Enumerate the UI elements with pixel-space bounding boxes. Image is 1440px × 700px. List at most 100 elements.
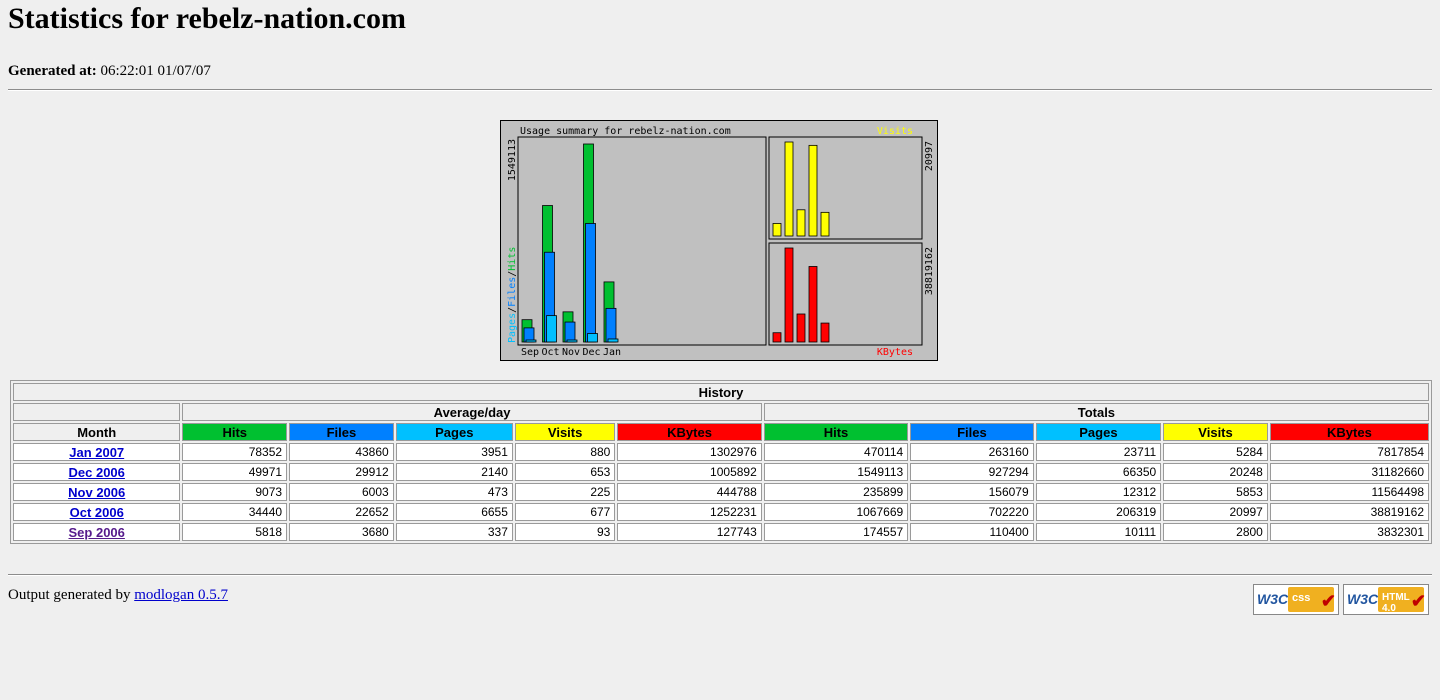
total-hits-cell: 235899 [763, 483, 909, 501]
table-row: Dec 2006 49971 29912 2140 653 1005892 1549113 9… [13, 463, 1429, 481]
visits-bar [772, 223, 782, 237]
avg-kbytes-cell: 1252231 [617, 503, 762, 521]
avg-hits-cell: 5818 [182, 523, 288, 541]
month-link[interactable]: Dec 2006 [69, 465, 125, 480]
avg-files-cell: 6003 [289, 483, 394, 501]
month-cell: Jan 2007 [13, 443, 181, 461]
bottom-divider [8, 574, 1432, 576]
pages-bar [546, 315, 557, 343]
ylabel-part: Files [507, 277, 518, 307]
css-label: css [1292, 592, 1311, 604]
visits-bar [820, 211, 830, 237]
totals-header: Totals [763, 403, 1429, 421]
history-caption: History [13, 383, 1429, 401]
pages-bar [587, 333, 598, 343]
visits-panel-label: Visits [877, 126, 913, 137]
files-bar [605, 307, 617, 343]
month-tick-label: Jan [603, 347, 621, 358]
kbytes-bar [820, 322, 830, 343]
visits-bar [808, 144, 818, 237]
w3c-logo-text: W3C [1347, 591, 1379, 607]
total-kbytes-cell: 3832301 [1269, 523, 1429, 541]
total-kbytes-cell: 7817854 [1269, 443, 1429, 461]
table-row: Jan 2007 78352 43860 3951 880 1302976 470114 26… [13, 443, 1429, 461]
month-link[interactable]: Nov 2006 [68, 485, 125, 500]
total-visits-cell: 5853 [1163, 483, 1268, 501]
pages-bar [566, 339, 578, 343]
total-hits-cell: 1549113 [763, 463, 909, 481]
blank-header-cell [13, 403, 181, 421]
avg-files-cell: 43860 [289, 443, 394, 461]
usage-chart-svg: Usage summary for rebelz-nation.com Visit… [507, 126, 935, 358]
total-visits-header: Visits [1163, 423, 1268, 441]
chart-title: Usage summary for rebelz-nation.com [520, 126, 731, 137]
month-cell: Oct 2006 [13, 503, 181, 521]
month-header: Month [13, 423, 181, 441]
total-pages-cell: 10111 [1035, 523, 1162, 541]
total-pages-cell: 66350 [1035, 463, 1162, 481]
month-cell: Nov 2006 [13, 483, 181, 501]
avg-kbytes-cell: 1005892 [617, 463, 762, 481]
w3c-logo-text: W3C [1257, 591, 1289, 607]
month-tick-label: Oct [542, 347, 560, 358]
kbytes-bar [808, 266, 818, 343]
avg-pages-cell: 3951 [395, 443, 513, 461]
avg-kbytes-header: KBytes [617, 423, 762, 441]
avg-hits-header: Hits [182, 423, 288, 441]
left-panel-frame [517, 136, 767, 346]
table-row: Oct 2006 34440 22652 6655 677 1252231 1067669 7… [13, 503, 1429, 521]
avg-visits-cell: 677 [514, 503, 616, 521]
avg-hits-cell: 34440 [182, 503, 288, 521]
kbytes-ymax-label: 38819162 [924, 247, 935, 295]
files-bar [564, 321, 576, 343]
total-files-cell: 156079 [910, 483, 1034, 501]
total-hits-cell: 470114 [763, 443, 909, 461]
ylabel-part: Pages [507, 313, 518, 343]
total-pages-cell: 12312 [1035, 483, 1162, 501]
total-visits-cell: 5284 [1163, 443, 1268, 461]
visits-bar [784, 141, 794, 237]
w3c-css-badge[interactable]: W3C css ✔ [1253, 584, 1339, 615]
month-link[interactable]: Sep 2006 [69, 525, 125, 540]
kbytes-panel-label: KBytes [877, 347, 913, 358]
avg-files-cell: 3680 [289, 523, 394, 541]
modlogan-link[interactable]: modlogan 0.5.7 [134, 587, 228, 603]
avg-visits-cell: 93 [514, 523, 616, 541]
month-cell: Sep 2006 [13, 523, 181, 541]
ylabel-part: Hits [507, 247, 518, 271]
total-pages-header: Pages [1035, 423, 1162, 441]
avg-kbytes-cell: 444788 [617, 483, 762, 501]
visits-ymax-label: 20997 [924, 141, 935, 171]
total-files-cell: 702220 [910, 503, 1034, 521]
avg-hits-cell: 49971 [182, 463, 288, 481]
avg-visits-cell: 880 [514, 443, 616, 461]
total-kbytes-cell: 31182660 [1269, 463, 1429, 481]
total-files-cell: 263160 [910, 443, 1034, 461]
table-row: Nov 2006 9073 6003 473 225 444788 235899 156079… [13, 483, 1429, 501]
total-hits-cell: 174557 [763, 523, 909, 541]
visits-bar [796, 209, 806, 237]
footer-text: Output generated by [8, 587, 131, 603]
page-title: Statistics for rebelz-nation.com [8, 2, 406, 35]
avg-pages-cell: 2140 [395, 463, 513, 481]
total-visits-cell: 20997 [1163, 503, 1268, 521]
total-kbytes-cell: 11564498 [1269, 483, 1429, 501]
avg-visits-cell: 653 [514, 463, 616, 481]
left-ylabel: Pages/Files/Hits [507, 247, 518, 343]
kbytes-bar [772, 332, 782, 343]
avg-kbytes-cell: 1302976 [617, 443, 762, 461]
files-bar [585, 223, 596, 343]
total-hits-header: Hits [763, 423, 909, 441]
w3c-html-badge[interactable]: W3C HTML 4.0 ✔ [1343, 584, 1429, 615]
total-files-header: Files [910, 423, 1034, 441]
total-kbytes-header: KBytes [1269, 423, 1429, 441]
month-tick-label: Sep [521, 347, 539, 358]
avg-kbytes-cell: 127743 [617, 523, 762, 541]
avg-files-cell: 22652 [289, 503, 394, 521]
month-link[interactable]: Oct 2006 [70, 505, 124, 520]
total-files-cell: 110400 [910, 523, 1034, 541]
month-link[interactable]: Jan 2007 [69, 445, 124, 460]
avg-files-header: Files [289, 423, 394, 441]
kbytes-bar [784, 247, 794, 343]
usage-summary-chart: Usage summary for rebelz-nation.com Visit… [500, 120, 938, 361]
